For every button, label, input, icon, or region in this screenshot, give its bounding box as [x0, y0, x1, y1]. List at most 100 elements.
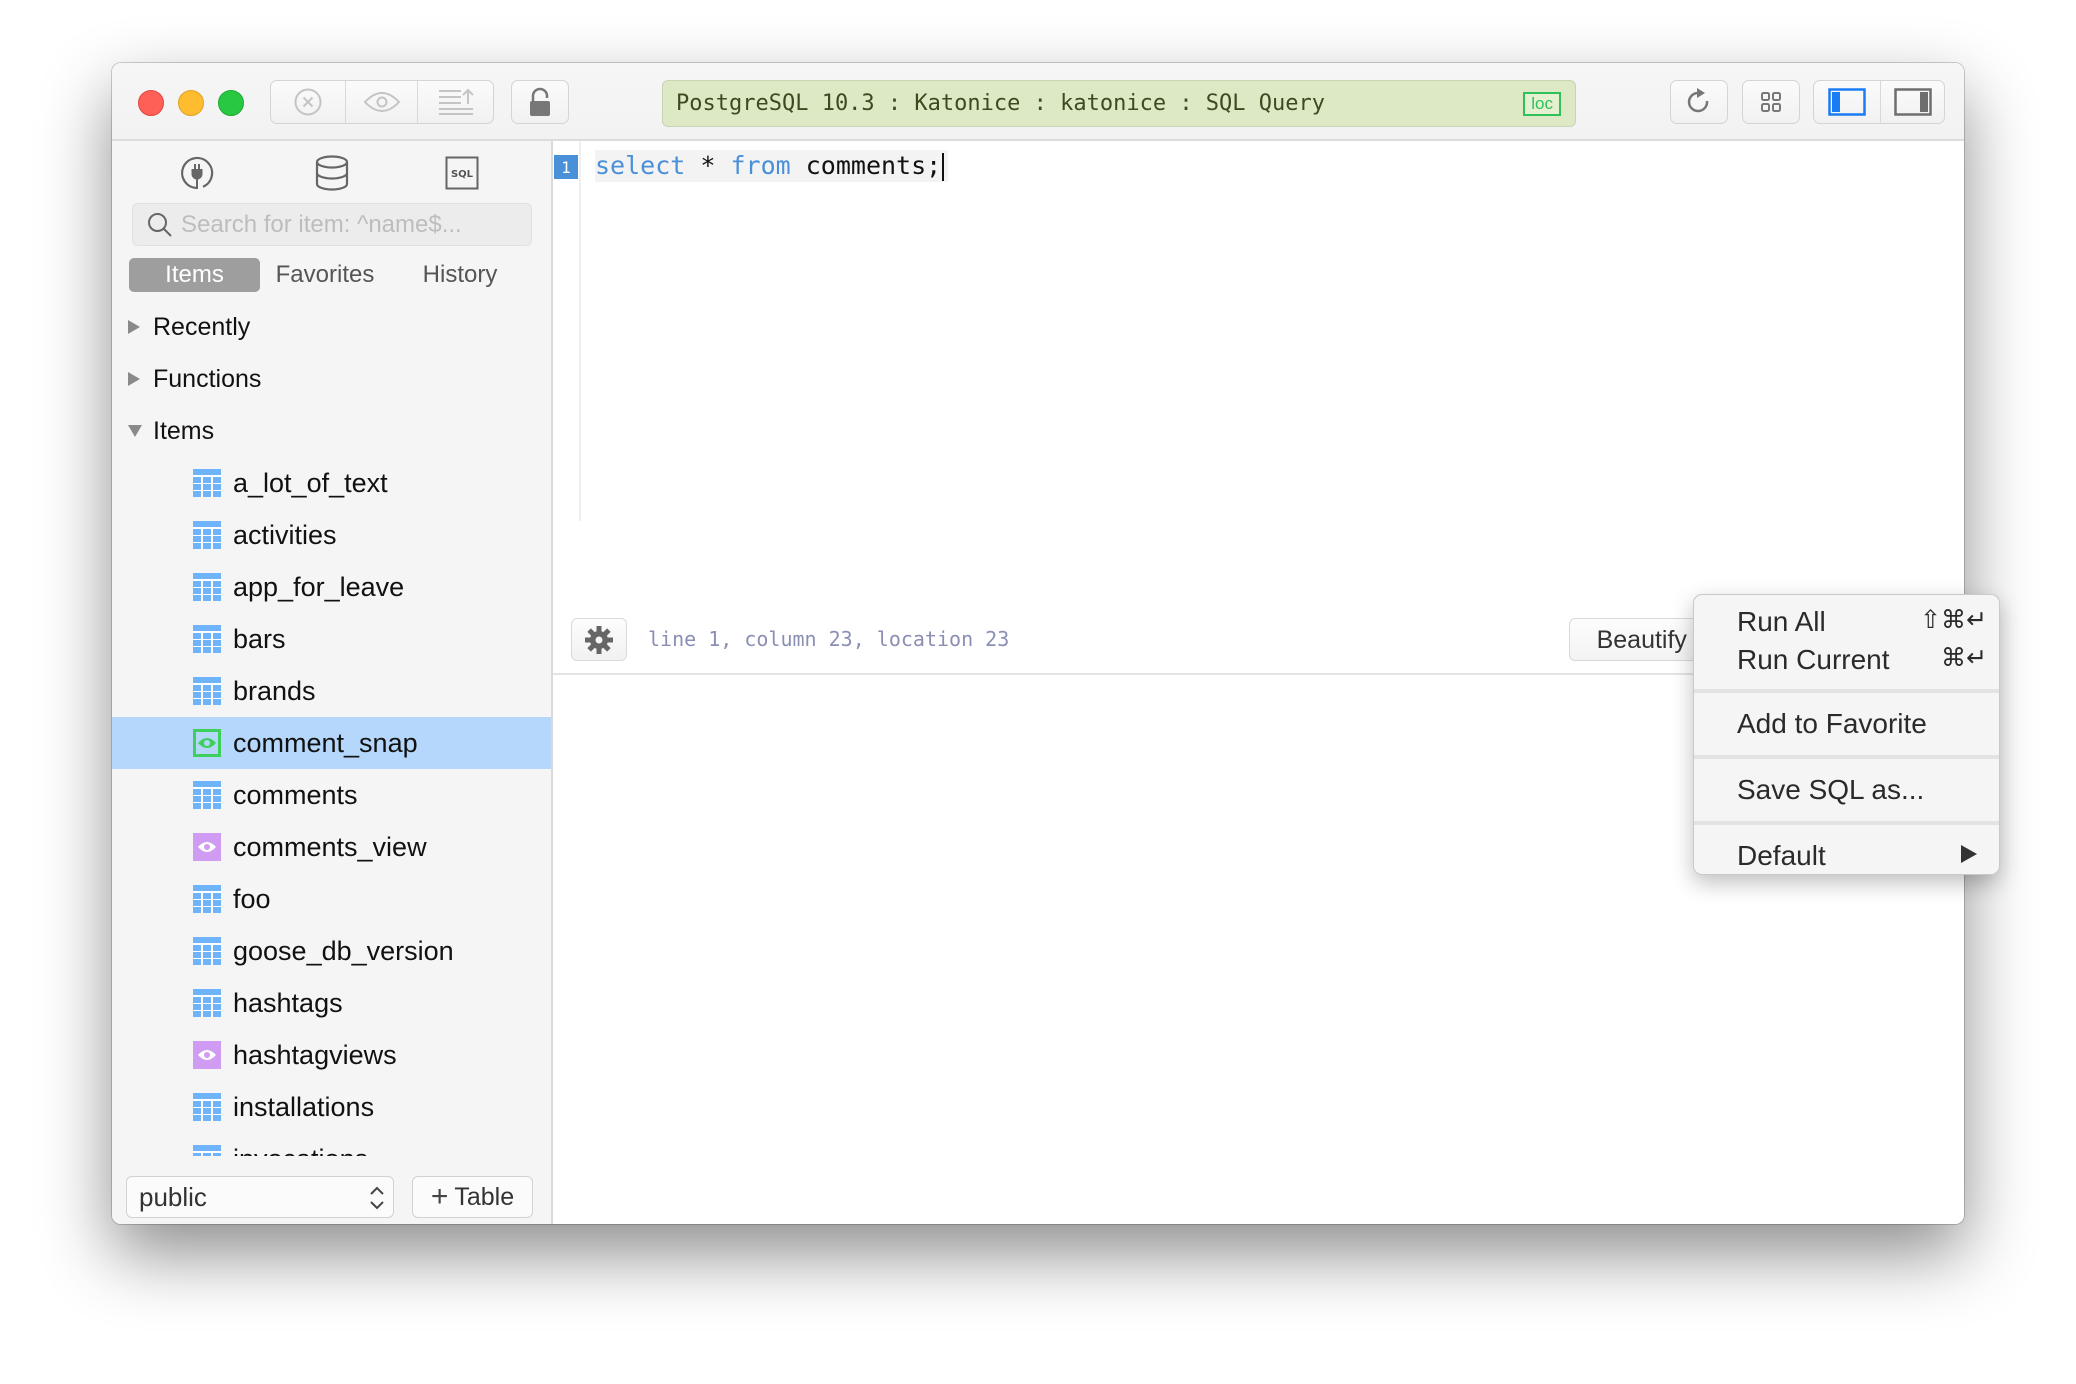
table-icon	[193, 677, 221, 705]
toolbar-left-group	[270, 80, 494, 124]
tree-item[interactable]: a_lot_of_text	[112, 457, 551, 509]
connection-info-bar[interactable]: PostgreSQL 10.3 : Katonice : katonice : …	[662, 80, 1576, 127]
add-table-button[interactable]: + Table	[412, 1176, 533, 1218]
tree-group-items[interactable]: Items	[112, 405, 551, 457]
toggle-right-panel-button[interactable]	[1880, 81, 1944, 123]
menu-item-run-current[interactable]: Run Current ⌘↵	[1694, 641, 1999, 679]
cursor-position: line 1, column 23, location 23	[648, 627, 1010, 651]
updown-chevron-icon	[370, 1186, 384, 1210]
tree-item-label: comment_snap	[233, 727, 418, 758]
menu-item-label: Default	[1737, 840, 1826, 871]
view-icon	[193, 833, 221, 861]
tree-item[interactable]: invocations	[112, 1133, 551, 1156]
menu-item-run-all[interactable]: Run All ⇧⌘↵	[1694, 603, 1999, 641]
upload-list-button[interactable]	[417, 81, 493, 123]
tree-item[interactable]: hashtagviews	[112, 1029, 551, 1081]
grid-view-button[interactable]	[1742, 80, 1800, 124]
panel-toggle-group	[1813, 80, 1945, 124]
close-window-button[interactable]	[138, 90, 164, 116]
menu-separator	[1694, 821, 1999, 825]
run-options-menu: Run All ⇧⌘↵ Run Current ⌘↵ Add to Favori…	[1693, 594, 2000, 875]
editor-settings-button[interactable]	[571, 618, 627, 661]
sidebar-search[interactable]	[132, 203, 532, 246]
tree-item-label: hashtags	[233, 987, 343, 1018]
refresh-button[interactable]	[1670, 80, 1728, 124]
menu-item-label: Save SQL as...	[1737, 774, 1925, 805]
tree-item[interactable]: bars	[112, 613, 551, 665]
tree-item[interactable]: comments	[112, 769, 551, 821]
tree-group-label: Functions	[153, 364, 262, 393]
sidebar-mode-icons: SQL	[112, 141, 551, 201]
add-table-label: Table	[454, 1182, 515, 1211]
tree-item-label: foo	[233, 883, 271, 914]
sql-editor[interactable]: 1 select * from comments;	[553, 141, 1964, 611]
code-line[interactable]: select * from comments;	[595, 150, 949, 182]
table-icon	[193, 573, 221, 601]
tab-favorites[interactable]: Favorites	[260, 258, 390, 292]
table-icon	[193, 989, 221, 1017]
tree-item[interactable]: hashtags	[112, 977, 551, 1029]
sidebar: SQL Items Favorites History Recently	[112, 141, 553, 1224]
tree-item-label: app_for_leave	[233, 571, 405, 602]
schema-select[interactable]: public	[126, 1176, 394, 1218]
search-input[interactable]	[181, 210, 521, 239]
menu-separator	[1694, 689, 1999, 693]
tree-item-label: hashtagviews	[233, 1039, 397, 1070]
stop-button[interactable]	[271, 81, 345, 123]
tab-items[interactable]: Items	[129, 258, 260, 292]
list-upload-icon	[438, 88, 474, 115]
tree-group-label: Items	[153, 416, 215, 445]
menu-item-label: Run Current	[1737, 644, 1890, 675]
sidebar-footer: public + Table	[112, 1164, 551, 1224]
keyword-token: select	[595, 151, 686, 180]
table-icon	[193, 1145, 221, 1156]
stop-icon	[294, 88, 322, 116]
title-bar: PostgreSQL 10.3 : Katonice : katonice : …	[112, 63, 1964, 141]
sql-queries-button[interactable]: SQL	[442, 153, 482, 193]
item-tree: Recently Functions Items a_lot_of_textac…	[112, 301, 551, 1156]
tree-item[interactable]: foo	[112, 873, 551, 925]
tree-item[interactable]: activities	[112, 509, 551, 561]
tab-history[interactable]: History	[390, 258, 530, 292]
sql-file-icon: SQL	[445, 156, 479, 190]
preview-button[interactable]	[345, 81, 417, 123]
tree-item-label: comments	[233, 779, 358, 810]
menu-item-add-to-favorite[interactable]: Add to Favorite	[1694, 703, 1999, 745]
lock-open-icon	[530, 87, 550, 116]
minimize-window-button[interactable]	[178, 90, 204, 116]
maximize-window-button[interactable]	[218, 90, 244, 116]
tree-item[interactable]: comments_view	[112, 821, 551, 873]
schema-select-value: public	[139, 1181, 207, 1212]
tree-group-functions[interactable]: Functions	[112, 353, 551, 405]
tree-item[interactable]: app_for_leave	[112, 561, 551, 613]
tree-item-label: goose_db_version	[233, 935, 454, 966]
tree-item-label: a_lot_of_text	[233, 467, 388, 498]
tree-item[interactable]: installations	[112, 1081, 551, 1133]
disclosure-down-icon	[127, 422, 143, 440]
tree-item-label: comments_view	[233, 831, 427, 862]
connection-plug-icon	[181, 156, 214, 190]
databases-button[interactable]	[312, 153, 352, 193]
lock-button[interactable]	[511, 80, 569, 124]
menu-item-label: Run All	[1737, 606, 1826, 637]
line-number: 1	[554, 155, 578, 179]
connection-info-text: PostgreSQL 10.3 : Katonice : katonice : …	[676, 91, 1326, 116]
grid-icon	[1761, 92, 1781, 112]
keyword-token: from	[730, 151, 791, 180]
view-icon	[193, 1041, 221, 1069]
menu-item-default[interactable]: Default	[1694, 835, 1999, 877]
connections-button[interactable]	[177, 153, 217, 193]
tree-item[interactable]: comment_snap	[112, 717, 551, 769]
tree-item[interactable]: goose_db_version	[112, 925, 551, 977]
menu-item-save-sql-as[interactable]: Save SQL as...	[1694, 769, 1999, 811]
tree-group-label: Recently	[153, 312, 251, 341]
submenu-arrow-icon	[1961, 845, 1977, 863]
tree-group-recently[interactable]: Recently	[112, 301, 551, 353]
menu-item-shortcut: ⇧⌘↵	[1920, 605, 1987, 634]
tree-item[interactable]: brands	[112, 665, 551, 717]
plus-icon: +	[430, 1180, 449, 1213]
table-icon	[193, 521, 221, 549]
disclosure-right-icon	[127, 318, 143, 336]
toggle-left-panel-button[interactable]	[1814, 81, 1880, 123]
table-icon	[193, 1093, 221, 1121]
